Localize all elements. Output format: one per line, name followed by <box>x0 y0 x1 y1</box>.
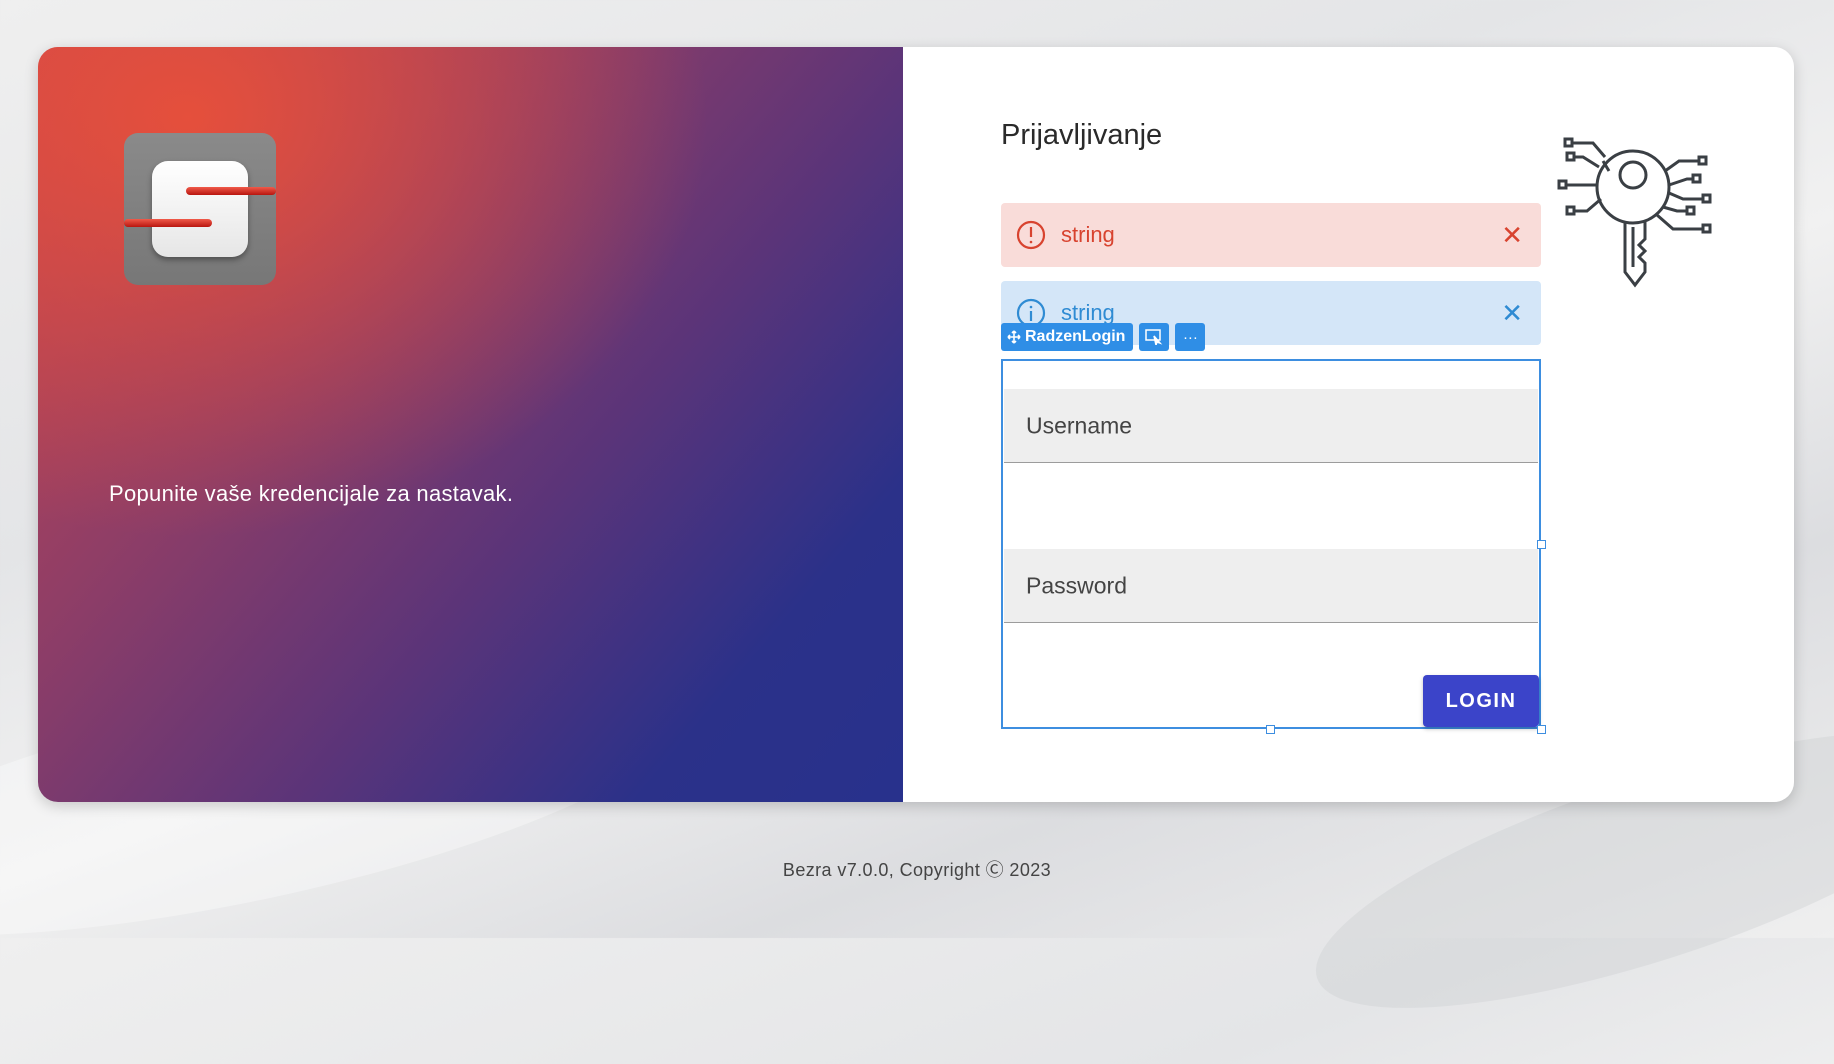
circuit-key-icon <box>1557 137 1712 288</box>
move-icon <box>1007 330 1021 344</box>
exclamation-circle-icon <box>1016 220 1046 250</box>
error-alert: string ✕ <box>1001 203 1541 267</box>
page-title: Prijavljivanje <box>1001 119 1163 151</box>
company-s-logo-icon <box>124 133 276 285</box>
brand-panel: Popunite vaše kredencijale za nastavak. <box>38 47 903 802</box>
designer-component-label: RadzenLogin <box>1025 328 1126 345</box>
close-icon[interactable]: ✕ <box>1501 300 1523 326</box>
password-field[interactable]: Password <box>1004 549 1538 623</box>
designer-more-button[interactable]: ··· <box>1175 323 1206 351</box>
footer-copyright: Bezra v7.0.0, Copyright Ⓒ 2023 <box>782 860 1052 880</box>
password-input[interactable] <box>1004 549 1538 622</box>
radzen-login-form: Username Password LOGIN <box>1001 359 1541 729</box>
designer-toolbar: RadzenLogin ··· <box>1001 323 1206 351</box>
select-icon <box>1145 329 1163 345</box>
brand-tagline: Popunite vaše kredencijale za nastavak. <box>109 481 514 506</box>
error-alert-text: string <box>1061 222 1115 247</box>
login-card: Popunite vaše kredencijale za nastavak. … <box>38 47 1794 802</box>
resize-handle-bottom[interactable] <box>1266 725 1275 734</box>
resize-handle-corner[interactable] <box>1537 725 1546 734</box>
more-icon: ··· <box>1182 328 1198 346</box>
login-button[interactable]: LOGIN <box>1423 675 1539 727</box>
designer-component-tag[interactable]: RadzenLogin <box>1001 323 1134 351</box>
username-field[interactable]: Username <box>1004 389 1538 463</box>
login-panel: Prijavljivanje string ✕ string ✕ RadzenL… <box>903 47 1794 802</box>
username-input[interactable] <box>1004 389 1538 462</box>
designer-select-button[interactable] <box>1139 323 1170 351</box>
close-icon[interactable]: ✕ <box>1501 222 1523 248</box>
resize-handle-right[interactable] <box>1537 540 1546 549</box>
